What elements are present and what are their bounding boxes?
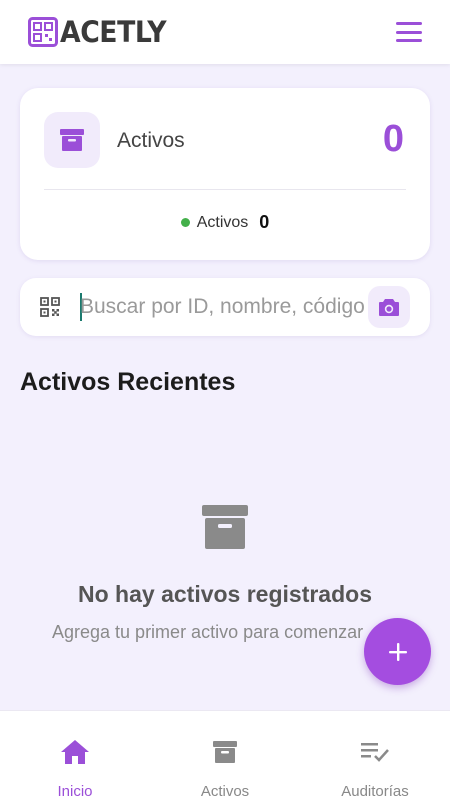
nav-item-activos[interactable]: Activos (150, 711, 300, 800)
archive-box-icon (60, 129, 84, 151)
search-bar (20, 278, 430, 336)
checklist-icon (361, 743, 389, 762)
card-icon-container (44, 112, 100, 168)
search-input[interactable] (80, 290, 364, 324)
add-asset-button[interactable] (364, 618, 431, 685)
stat-label: Activos (196, 213, 249, 231)
app-logo: ACETLY (28, 15, 175, 49)
empty-state-title: No hay activos registrados (78, 581, 372, 607)
nav-label: Inicio (57, 783, 93, 800)
qr-box-logo-icon (28, 17, 58, 47)
qr-scan-icon[interactable] (40, 297, 60, 317)
brand-name: ACETLY (60, 15, 167, 49)
assets-count: 0 (382, 118, 404, 160)
nav-label: Auditorías (341, 783, 409, 800)
home-icon (61, 740, 89, 764)
card-divider (44, 189, 406, 190)
stat-value: 0 (259, 212, 270, 232)
status-dot (180, 218, 190, 227)
bottom-navigation: Inicio Activos Auditorías (0, 710, 450, 800)
nav-label: Activos (200, 783, 250, 800)
card-title: Activos (117, 129, 185, 152)
empty-state-subtitle: Agrega tu primer activo para comenzar (52, 622, 364, 642)
assets-summary-card: Activos 0 Activos 0 (20, 88, 430, 260)
camera-icon (379, 299, 399, 316)
camera-button[interactable] (368, 286, 410, 328)
app-header: ACETLY (0, 0, 450, 64)
nav-item-inicio[interactable]: Inicio (0, 711, 150, 800)
recent-assets-heading: Activos Recientes (20, 368, 236, 396)
plus-icon (388, 642, 407, 661)
active-assets-stat: Activos 0 (20, 212, 430, 233)
nav-item-auditorias[interactable]: Auditorías (300, 711, 450, 800)
archive-box-icon (202, 505, 248, 549)
archive-box-icon (213, 741, 237, 763)
hamburger-menu-icon[interactable] (396, 22, 422, 42)
